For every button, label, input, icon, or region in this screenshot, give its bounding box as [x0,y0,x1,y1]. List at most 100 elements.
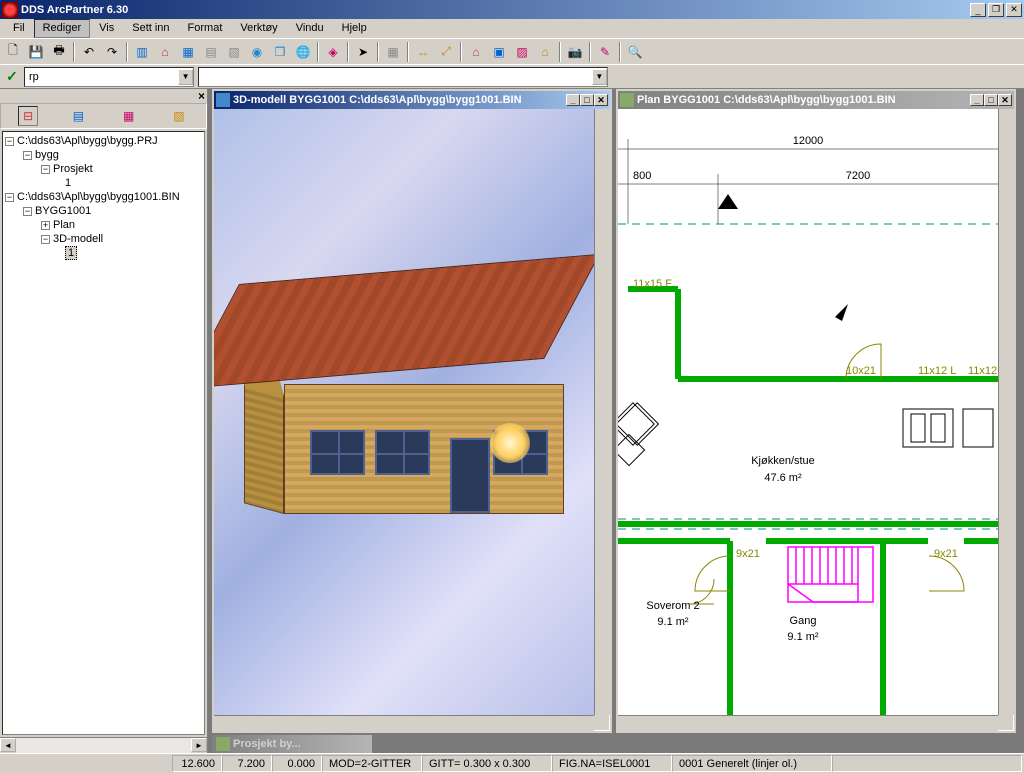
section-icon[interactable]: ▧ [223,41,245,63]
box-icon[interactable]: ❒ [269,41,291,63]
dropdown-icon[interactable]: ▼ [592,69,607,85]
tree-3dmodel[interactable]: 3D-modell [53,233,103,245]
win-label: 11x15 F [633,278,672,290]
dim-label: 7200 [846,170,870,182]
plan-icon[interactable]: ▦ [177,41,199,63]
camera-icon[interactable]: 📷 [564,41,586,63]
mdi-maximize-button[interactable]: □ [580,94,594,106]
redo-icon[interactable]: ↷ [101,41,123,63]
minimize-button[interactable]: _ [970,3,986,17]
tree-root[interactable]: C:\dds63\Apl\bygg\bygg.PRJ [17,135,158,147]
combo-right-input[interactable] [199,69,592,85]
grid-icon[interactable]: ▦ [382,41,404,63]
sidebar-tab-layers-icon[interactable]: ▧ [169,106,189,126]
dim2-icon[interactable]: ⤢ [435,41,457,63]
tree-root[interactable]: C:\dds63\Apl\bygg\bygg1001.BIN [17,191,180,203]
wand-icon[interactable]: ✎ [594,41,616,63]
restore-button[interactable]: ❐ [988,3,1004,17]
collapse-icon[interactable]: − [5,193,14,202]
combo-right[interactable]: ▼ [198,67,608,87]
pointer-icon[interactable]: ➤ [352,41,374,63]
mdi-maximize-button[interactable]: □ [984,94,998,106]
menu-verktoy[interactable]: Verktøy [231,19,286,38]
sidebar-close-button[interactable]: × [0,89,207,103]
collapse-icon[interactable]: − [23,207,32,216]
combo-left[interactable]: ▼ [24,67,194,87]
collapse-icon[interactable]: − [5,137,14,146]
sidebar-h-scrollbar[interactable]: ◄ ► [0,737,207,753]
window-3d-model[interactable]: 3D-modell BYGG1001 C:\dds63\Apl\bygg\byg… [212,89,612,733]
zoom-icon[interactable]: 🔍 [624,41,646,63]
menu-bar: Fil Rediger Vis Sett inn Format Verktøy … [0,19,1024,38]
tree-prosjekt[interactable]: Prosjekt [53,163,93,175]
collapse-icon[interactable]: − [23,151,32,160]
menu-sett-inn[interactable]: Sett inn [123,19,178,38]
dim1-icon[interactable]: ↔ [412,41,434,63]
tree-plan[interactable]: Plan [53,219,75,231]
tree-leaf[interactable]: 1 [65,177,71,189]
save-icon[interactable]: 💾 [25,41,47,63]
dim-label: 12000 [793,135,824,147]
check-icon[interactable]: ✓ [4,69,20,85]
layout-icon[interactable]: ▣ [488,41,510,63]
tree-bygg1001[interactable]: BYGG1001 [35,205,91,217]
win-label: 9x21 [934,548,958,560]
status-figna: FIG.NA=ISEL0001 [552,755,672,772]
menu-fil[interactable]: Fil [4,19,34,38]
menu-vindu[interactable]: Vindu [287,19,333,38]
tree-bygg[interactable]: bygg [35,149,59,161]
plan-viewport[interactable]: 12000 800 7200 [618,109,998,717]
close-button[interactable]: ✕ [1006,3,1022,17]
menu-format[interactable]: Format [179,19,232,38]
collapse-icon[interactable]: − [41,165,50,174]
sidebar-tab-report-icon[interactable]: ▦ [119,106,139,126]
mdi-close-button[interactable]: ✕ [998,94,1012,106]
tree-leaf-selected[interactable]: 1 [65,246,77,260]
room-label: Soverom 2 [646,600,699,612]
status-empty [832,755,1022,772]
columns-icon[interactable]: ▥ [131,41,153,63]
expand-icon[interactable]: + [41,221,50,230]
project-tree[interactable]: −C:\dds63\Apl\bygg\bygg.PRJ −bygg −Prosj… [2,131,205,735]
undo-icon[interactable]: ↶ [78,41,100,63]
home-icon[interactable]: ⌂ [154,41,176,63]
cube3d-icon[interactable]: ◈ [322,41,344,63]
menu-vis[interactable]: Vis [90,19,123,38]
combo-left-input[interactable] [25,69,178,85]
house-3d-model [224,289,584,549]
house1-icon[interactable]: ⌂ [465,41,487,63]
window-3d-titlebar[interactable]: 3D-modell BYGG1001 C:\dds63\Apl\bygg\byg… [214,91,610,109]
h-scrollbar[interactable] [214,715,594,731]
win-label: 11x12 L [918,365,956,377]
mdi-minimize-button[interactable]: _ [970,94,984,106]
3d-viewport[interactable] [214,109,594,717]
sidebar-tab-print-icon[interactable]: ▤ [68,106,88,126]
mdi-close-button[interactable]: ✕ [594,94,608,106]
dropdown-icon[interactable]: ▼ [178,69,193,85]
window-prosjekt-minimized[interactable]: Prosjekt by... [212,735,372,753]
menu-rediger[interactable]: Rediger [34,19,91,38]
h-scrollbar[interactable] [618,715,998,731]
v-scrollbar[interactable] [998,109,1014,715]
mdi-minimize-button[interactable]: _ [566,94,580,106]
status-z: 0.000 [272,755,322,772]
window-icon [216,93,230,107]
window-plan-titlebar[interactable]: Plan BYGG1001 C:\dds63\Apl\bygg\bygg1001… [618,91,1014,109]
collapse-icon[interactable]: − [41,235,50,244]
scroll-right-icon[interactable]: ► [191,738,207,752]
facade-icon[interactable]: ▤ [200,41,222,63]
sidebar-tab-tree-icon[interactable]: ⊟ [18,106,38,126]
new-icon[interactable]: 🗋 [2,41,24,63]
v-scrollbar[interactable] [594,109,610,715]
status-gitt: GITT= 0.300 x 0.300 [422,755,552,772]
window-plan[interactable]: Plan BYGG1001 C:\dds63\Apl\bygg\bygg1001… [616,89,1016,733]
chart-icon[interactable]: ▨ [511,41,533,63]
menu-hjelp[interactable]: Hjelp [333,19,376,38]
toolbar: 🗋 💾 🖶 ↶ ↷ ▥ ⌂ ▦ ▤ ▧ ◉ ❒ 🌐 ◈ ➤ ▦ ↔ ⤢ ⌂ ▣ … [0,38,1024,64]
globe-icon[interactable]: 🌐 [292,41,314,63]
scroll-left-icon[interactable]: ◄ [0,738,16,752]
room-area: 9.1 m² [657,616,689,628]
house2-icon[interactable]: ⌂ [534,41,556,63]
print-icon[interactable]: 🖶 [48,41,70,63]
earth-icon[interactable]: ◉ [246,41,268,63]
